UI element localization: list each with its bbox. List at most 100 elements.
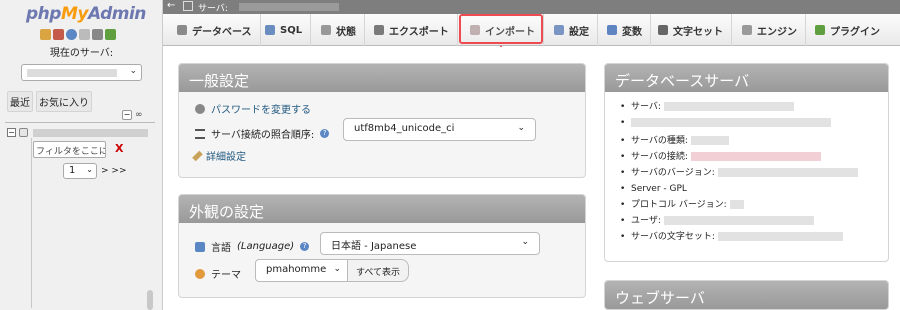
server-info-list: サーバ: サーバの種類: サーバの接続: サーバのバージョン: Server -… <box>617 100 879 246</box>
tab-label: プラグイン <box>830 26 880 38</box>
tab-export[interactable]: エクスポート <box>366 14 458 46</box>
list-item: ユーザ: <box>617 214 879 230</box>
export-icon <box>374 25 384 35</box>
list-icon <box>195 128 205 139</box>
language-icon <box>195 241 205 252</box>
chevron-down-icon: ⌄ <box>129 66 137 76</box>
list-item: サーバの種類: <box>617 134 879 150</box>
panel-title: ウェブサーバ <box>605 281 888 309</box>
collapse-all-button[interactable]: − <box>122 110 132 120</box>
logout-icon[interactable] <box>53 29 64 40</box>
server-select[interactable]: ⌄ <box>21 64 142 81</box>
server-license: Server - GPL <box>631 184 687 194</box>
gear-icon[interactable] <box>92 29 103 40</box>
tab-recent[interactable]: 最近 <box>7 91 33 112</box>
tab-variables[interactable]: 変数 <box>599 14 651 46</box>
panel-title: 一般設定 <box>179 64 585 92</box>
chevron-down-icon: ⌄ <box>333 264 341 274</box>
theme-icon <box>195 268 205 279</box>
breadcrumb-server-redacted <box>239 3 339 11</box>
tab-plugins[interactable]: プラグイン <box>807 14 888 46</box>
clear-filter-button[interactable]: X <box>115 142 123 155</box>
list-item: サーバの文字セット: <box>617 230 879 246</box>
expand-icon[interactable]: − <box>7 128 16 137</box>
tree-controls: − ∞ <box>122 110 143 120</box>
help-icon[interactable]: ? <box>300 242 310 251</box>
web-server-panel: ウェブサーバ <box>604 280 889 310</box>
change-password-row: パスワードを変更する <box>195 101 311 116</box>
navigation-sidebar: phpMyAdmin 現在のサーバ: ⌄ 最近 お気に入り − ∞ − フィルタ… <box>0 0 163 310</box>
database-name-redacted <box>33 129 148 137</box>
help-icon[interactable]: ? <box>320 129 330 138</box>
server-version-label: サーバのバージョン: <box>631 168 715 178</box>
theme-select[interactable]: pmahomme ⌄ <box>255 259 348 282</box>
more-settings-link[interactable]: 詳細設定 <box>206 148 246 163</box>
wrench-icon <box>192 150 203 161</box>
user-label: ユーザ: <box>631 216 661 226</box>
show-all-themes-button[interactable]: すべて表示 <box>347 259 410 282</box>
recent-favorites-tabs: 最近 お気に入り <box>7 91 92 112</box>
phpmyadmin-logo[interactable]: phpMyAdmin <box>26 4 146 24</box>
protocol-version-label: プロトコル バージョン: <box>631 200 727 210</box>
language-label-en: (Language) <box>237 241 295 252</box>
list-item: プロトコル バージョン: <box>617 198 879 214</box>
chevron-down-icon: ⌄ <box>517 123 525 133</box>
theme-row: テーマ <box>195 266 241 281</box>
tab-databases[interactable]: データベース <box>169 14 261 46</box>
settings-icon <box>554 25 564 35</box>
database-icon <box>177 25 187 35</box>
engine-icon <box>742 25 752 35</box>
server-label: サーバ: <box>631 102 661 112</box>
plugin-icon <box>815 25 825 35</box>
link-with-main-icon[interactable]: ∞ <box>135 110 143 120</box>
collation-select[interactable]: utf8mb4_unicode_ci ⌄ <box>343 118 536 141</box>
server-icon <box>183 1 193 11</box>
panel-title: データベースサーバ <box>605 64 888 92</box>
reload-icon[interactable] <box>105 29 116 40</box>
logo-php: php <box>26 4 61 24</box>
tab-label: 設定 <box>569 26 589 38</box>
database-icon <box>19 128 28 137</box>
filter-input[interactable]: フィルタをここに... <box>33 141 106 158</box>
chevron-down-icon: ⌄ <box>86 165 93 174</box>
next-pages-link[interactable]: > >> <box>101 166 126 176</box>
home-icon[interactable] <box>40 29 51 40</box>
tree-connector <box>31 138 32 308</box>
tab-label: エンジン <box>757 26 797 38</box>
tab-sql[interactable]: SQL <box>257 14 312 46</box>
page-select[interactable]: 1 ⌄ <box>63 163 97 179</box>
collation-row: サーバ接続の照合順序: ? <box>195 126 330 141</box>
back-arrow-icon[interactable]: ← <box>167 0 175 11</box>
general-settings-panel: 一般設定 パスワードを変更する サーバ接続の照合順序: ? utf8mb4_un… <box>178 63 586 178</box>
theme-value: pmahomme <box>266 264 327 275</box>
sidebar-scrollbar[interactable] <box>147 290 153 310</box>
language-select[interactable]: 日本語 - Japanese ⌄ <box>320 232 540 255</box>
tab-label: 文字セット <box>673 26 723 38</box>
tab-charsets[interactable]: 文字セット <box>650 14 732 46</box>
logo-admin: Admin <box>87 4 146 24</box>
tree-node[interactable]: − <box>7 127 153 139</box>
tab-label: エクスポート <box>389 26 449 38</box>
panel-title: 外観の設定 <box>179 195 585 223</box>
tab-favorites[interactable]: お気に入り <box>36 91 92 112</box>
sql-icon <box>265 25 275 35</box>
collation-value: utf8mb4_unicode_ci <box>354 123 455 134</box>
quick-links <box>40 29 116 40</box>
breadcrumb-server-label[interactable]: サーバ: <box>198 1 228 14</box>
list-item: サーバのバージョン: <box>617 166 879 182</box>
list-item <box>617 116 879 134</box>
breadcrumb-bar: ← サーバ: <box>163 0 900 14</box>
server-charset-label: サーバの文字セット: <box>631 232 715 242</box>
tab-engines[interactable]: エンジン <box>734 14 806 46</box>
language-value: 日本語 - Japanese <box>331 241 417 252</box>
change-password-link[interactable]: パスワードを変更する <box>211 101 311 116</box>
theme-label: テーマ <box>211 270 241 281</box>
server-type-label: サーバの種類: <box>631 136 688 146</box>
list-item: サーバの接続: <box>617 150 879 166</box>
help-icon[interactable] <box>66 29 77 40</box>
tab-status[interactable]: 状態 <box>313 14 365 46</box>
tab-settings[interactable]: 設定 <box>546 14 598 46</box>
docs-icon[interactable] <box>79 29 90 40</box>
chevron-down-icon: ⌄ <box>521 237 529 247</box>
tab-label: SQL <box>280 24 303 36</box>
